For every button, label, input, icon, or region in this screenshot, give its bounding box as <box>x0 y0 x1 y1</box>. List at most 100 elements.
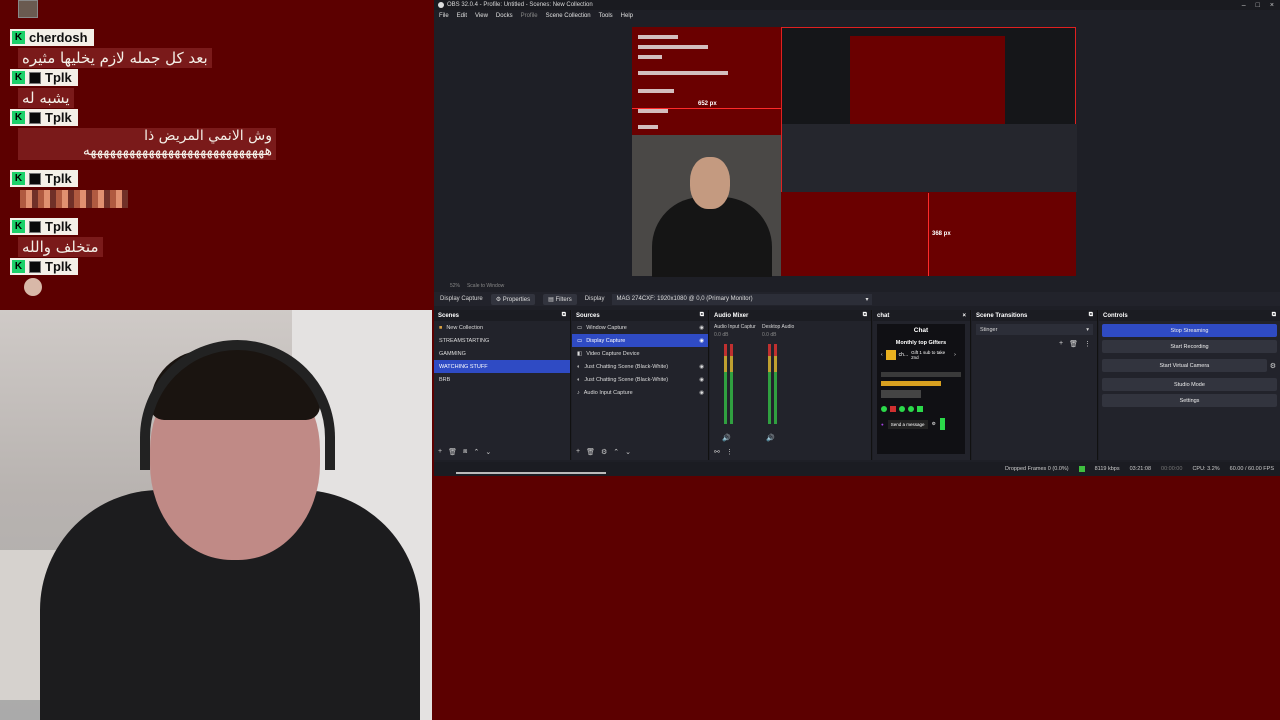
scale-to-window[interactable]: Scale to Window <box>467 283 504 289</box>
trash-icon[interactable]: 🗑 <box>448 448 457 456</box>
menu-tools[interactable]: Tools <box>599 13 613 19</box>
more-icon[interactable]: ⋮ <box>726 448 733 456</box>
start-recording-button[interactable]: Start Recording <box>1102 340 1277 353</box>
transition-select[interactable]: Stinger ▾ <box>976 324 1093 335</box>
settings-button[interactable]: Settings <box>1102 394 1277 407</box>
trash-icon[interactable]: 🗑 <box>1069 340 1078 348</box>
down-arrow-icon[interactable]: ⌄ <box>625 448 631 456</box>
emote-icon[interactable] <box>908 406 914 412</box>
down-arrow-icon[interactable]: ⌄ <box>485 448 491 456</box>
eye-icon[interactable]: ◉ <box>699 338 704 344</box>
scene-item-active[interactable]: WATCHING STUFF <box>434 360 570 373</box>
add-icon[interactable]: + <box>576 448 580 456</box>
menu-bar: File Edit View Docks Profile Scene Colle… <box>434 10 1280 22</box>
eye-icon[interactable]: ◉ <box>699 377 704 383</box>
controls-title: Controls <box>1103 312 1128 319</box>
scene-item[interactable]: ■ New Collection <box>434 321 570 334</box>
stop-streaming-button[interactable]: Stop Streaming <box>1102 324 1277 337</box>
mic-icon[interactable]: ● <box>881 422 884 427</box>
recording-time: 00:00:00 <box>1161 466 1183 472</box>
sources-dock: Sources ⧉ ▭ Window Capture ◉ ▭ Display Captu… <box>572 310 709 460</box>
chat-input[interactable]: Send a message <box>887 419 928 429</box>
undock-icon[interactable]: ⧉ <box>1089 312 1093 319</box>
chevron-left-icon[interactable]: ‹ <box>881 352 883 358</box>
eye-icon[interactable]: ◉ <box>699 390 704 396</box>
height-readout: 368 px <box>932 231 951 237</box>
scene-folder-icon: ■ <box>439 324 443 331</box>
menu-profile[interactable]: Profile <box>521 13 538 19</box>
chat-text: بعد كل جمله لازم يخليها مثيره <box>18 48 212 68</box>
source-item[interactable]: ◐ Just Chatting Scene (Black-White) ◉ <box>572 360 708 373</box>
add-icon[interactable]: + <box>1059 340 1063 348</box>
source-item-active[interactable]: ▭ Display Capture ◉ <box>572 334 708 347</box>
camera-icon: ◧ <box>577 350 583 357</box>
link-icon[interactable]: ⚯ <box>714 448 720 456</box>
kick-icon: K <box>12 260 25 273</box>
chat-line <box>881 372 961 377</box>
emote-icon[interactable] <box>890 406 896 412</box>
display-select[interactable]: MAG 274CXF: 1920x1080 @ 0,0 (Primary Mon… <box>612 293 873 305</box>
start-virtual-camera-button[interactable]: Start Virtual Camera <box>1102 359 1267 372</box>
emote-bar <box>881 406 961 412</box>
preview-display-capture[interactable] <box>781 27 1077 192</box>
eye-icon[interactable]: ◉ <box>699 325 704 331</box>
speaker-icon[interactable]: 🔊 <box>766 434 775 442</box>
source-item[interactable]: ♪ Audio Input Capture ◉ <box>572 386 708 399</box>
progress-line <box>456 472 606 474</box>
top-gifters-title: Monthly top Gifters <box>895 340 947 346</box>
undock-icon[interactable]: ⧉ <box>700 312 704 319</box>
source-item[interactable]: ◧ Video Capture Device <box>572 347 708 360</box>
eye-icon[interactable]: ◉ <box>699 364 704 370</box>
gifter-row: ‹ ch... Gift 1 sub to take 2nd › <box>881 350 956 360</box>
properties-button[interactable]: ⚙ Properties <box>490 293 536 305</box>
chat-message: K Tplk متخلف والله <box>10 216 103 257</box>
menu-scene-collection[interactable]: Scene Collection <box>546 13 591 19</box>
dropped-frames: Dropped Frames 0 (0.0%) <box>1005 466 1069 472</box>
filters-button[interactable]: ▤ Filters <box>543 293 577 305</box>
up-arrow-icon[interactable]: ⌃ <box>473 448 479 456</box>
trash-icon[interactable]: 🗑 <box>586 448 595 456</box>
sources-title: Sources <box>576 312 600 319</box>
screen: Kcherdosh بعد كل جمله لازم يخليها مثيره … <box>0 0 1280 720</box>
add-icon[interactable]: + <box>438 448 442 456</box>
filter-icon[interactable]: ⧈ <box>463 448 467 456</box>
more-icon[interactable]: ⋮ <box>1084 340 1091 348</box>
undock-icon[interactable]: ⧉ <box>1272 312 1276 319</box>
emote-icon[interactable] <box>917 406 923 412</box>
menu-help[interactable]: Help <box>621 13 633 19</box>
chevron-right-icon[interactable]: › <box>954 352 956 358</box>
gear-icon[interactable]: ⚙ <box>1270 362 1276 370</box>
undock-icon[interactable]: ⧉ <box>863 312 867 319</box>
menu-file[interactable]: File <box>439 13 449 19</box>
preview-zoom-bar: 52% Scale to Window <box>450 283 504 289</box>
scene-item[interactable]: BRB <box>434 373 570 386</box>
menu-edit[interactable]: Edit <box>457 13 467 19</box>
volume-meter <box>730 344 733 424</box>
up-arrow-icon[interactable]: ⌃ <box>613 448 619 456</box>
menu-view[interactable]: View <box>475 13 488 19</box>
studio-mode-button[interactable]: Studio Mode <box>1102 378 1277 391</box>
source-item[interactable]: ◐ Just Chatting Scene (Black-White) ◉ <box>572 373 708 386</box>
subscriber-badge-icon <box>29 71 41 84</box>
speaker-icon[interactable]: 🔊 <box>722 434 731 442</box>
zoom-level[interactable]: 52% <box>450 283 460 289</box>
close-icon[interactable]: × <box>962 313 966 319</box>
scene-item[interactable]: GAMMING <box>434 347 570 360</box>
close-icon[interactable]: × <box>1270 2 1274 9</box>
embedded-chat: Chat Monthly top Gifters ‹ ch... Gift 1 … <box>877 324 965 454</box>
emote-icon[interactable] <box>881 406 887 412</box>
settings-icon[interactable]: ⚙ <box>932 421 936 427</box>
chat-username: K Tplk <box>10 218 78 235</box>
obs-window: OBS 32.0.4 - Profile: Untitled - Scenes:… <box>434 0 1280 476</box>
stream-time: 03:21:08 <box>1129 466 1152 472</box>
menu-docks[interactable]: Docks <box>496 13 513 19</box>
emote-icon[interactable] <box>899 406 905 412</box>
undock-icon[interactable]: ⧉ <box>562 312 566 319</box>
maximize-icon[interactable]: □ <box>1256 2 1260 9</box>
send-button[interactable] <box>939 418 945 430</box>
gear-icon[interactable]: ⚙ <box>601 448 607 456</box>
obs-preview[interactable]: 652 px 368 px <box>434 22 1280 278</box>
minimize-icon[interactable]: – <box>1242 2 1246 9</box>
source-item[interactable]: ▭ Window Capture ◉ <box>572 321 708 334</box>
scene-item[interactable]: STREAMSTARTING <box>434 334 570 347</box>
